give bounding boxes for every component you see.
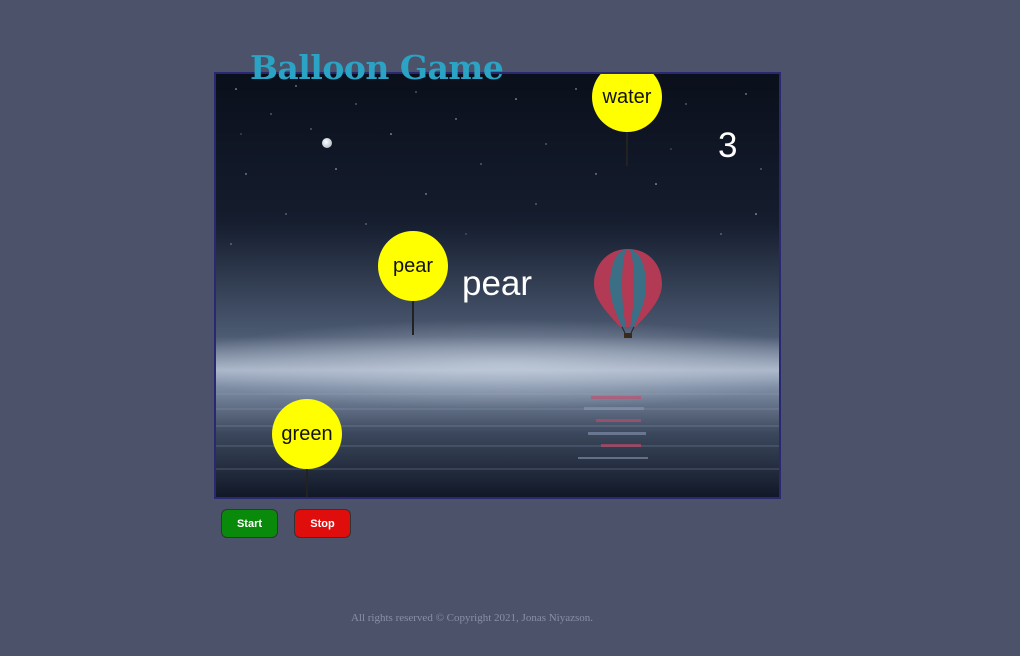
page-title: Balloon Game xyxy=(250,48,504,87)
start-button[interactable]: Start xyxy=(221,509,278,538)
word-balloon-green[interactable]: green xyxy=(272,399,342,497)
stop-button[interactable]: Stop xyxy=(294,509,351,538)
balloon-label: green xyxy=(281,422,333,445)
word-balloon-pear[interactable]: pear xyxy=(378,231,448,335)
game-area[interactable]: water pear green pear 3 xyxy=(214,72,781,499)
target-word: pear xyxy=(462,264,533,303)
moon xyxy=(322,138,332,148)
score-counter: 3 xyxy=(718,126,738,165)
footer-copyright: All rights reserved © Copyright 2021, Jo… xyxy=(350,612,594,624)
balloon-label: water xyxy=(602,85,652,108)
balloon-label: pear xyxy=(392,254,434,277)
